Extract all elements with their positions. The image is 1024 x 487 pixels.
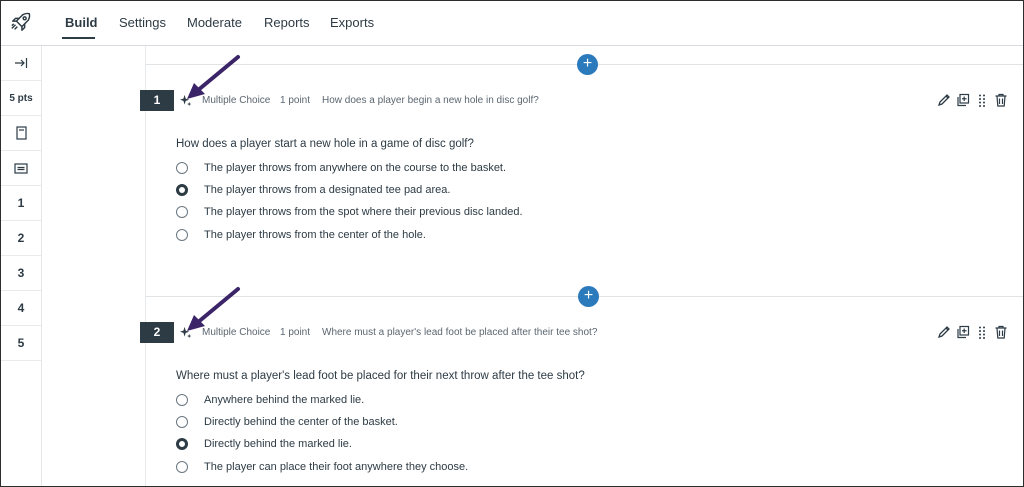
duplicate-icon[interactable]: [956, 93, 970, 107]
question-number-badge: 2: [140, 322, 174, 343]
card-icon: [14, 162, 28, 174]
tab-exports[interactable]: Exports: [330, 15, 374, 30]
radio-button-selected[interactable]: [176, 184, 188, 196]
collapse-icon: [15, 58, 28, 68]
answer-label: Directly behind the marked lie.: [204, 438, 352, 450]
trash-icon[interactable]: [994, 325, 1008, 339]
question-points: 1 point: [280, 95, 311, 106]
question-stem: How does a player start a new hole in a …: [176, 138, 474, 150]
question-title: How does a player begin a new hole in di…: [322, 95, 539, 106]
radio-button-selected[interactable]: [176, 438, 188, 450]
tab-reports[interactable]: Reports: [264, 15, 310, 30]
radio-button[interactable]: [176, 206, 188, 218]
pencil-icon[interactable]: [937, 93, 951, 107]
pencil-icon[interactable]: [937, 325, 951, 339]
duplicate-icon[interactable]: [956, 325, 970, 339]
tab-settings[interactable]: Settings: [119, 15, 166, 30]
answer-option[interactable]: The player throws from anywhere on the c…: [176, 160, 506, 176]
question-points: 1 point: [280, 327, 311, 338]
drag-handle-icon[interactable]: [975, 325, 989, 339]
rail-question-5[interactable]: 5: [1, 326, 41, 361]
question-stem: Where must a player's lead foot be place…: [176, 370, 585, 382]
radio-button[interactable]: [176, 394, 188, 406]
tab-build[interactable]: Build: [65, 15, 98, 30]
card-view-button[interactable]: [1, 151, 41, 186]
answer-label: Anywhere behind the marked lie.: [204, 394, 365, 406]
tab-moderate[interactable]: Moderate: [187, 15, 242, 30]
answer-label: The player throws from a designated tee …: [204, 184, 451, 196]
answer-option[interactable]: Directly behind the marked lie.: [176, 436, 352, 452]
question-rail: 5 pts 1 2 3 4 5: [1, 46, 42, 486]
radio-button[interactable]: [176, 162, 188, 174]
rail-question-4[interactable]: 4: [1, 291, 41, 326]
content-divider: [145, 46, 146, 486]
answer-label: The player can place their foot anywhere…: [204, 461, 469, 473]
plus-icon: +: [583, 287, 594, 304]
rail-question-1[interactable]: 1: [1, 186, 41, 221]
plus-icon: +: [582, 55, 593, 72]
add-item-button-2[interactable]: +: [578, 286, 599, 307]
annotation-arrow-icon: [187, 287, 240, 331]
question-number-badge: 1: [140, 90, 174, 111]
radio-button[interactable]: [176, 416, 188, 428]
answer-label: The player throws from the center of the…: [204, 229, 426, 241]
collapse-rail-button[interactable]: [1, 46, 41, 81]
answer-option[interactable]: The player throws from a designated tee …: [176, 182, 450, 198]
page-view-button[interactable]: [1, 116, 41, 151]
rocket-icon[interactable]: [10, 11, 32, 33]
answer-option[interactable]: The player throws from the center of the…: [176, 227, 426, 243]
top-nav-bar: Build Settings Moderate Reports Exports: [1, 1, 1023, 46]
answer-option[interactable]: The player throws from the spot where th…: [176, 204, 523, 220]
active-tab-indicator: [62, 37, 95, 39]
answer-label: The player throws from the spot where th…: [204, 206, 523, 218]
answer-label: The player throws from anywhere on the c…: [204, 162, 507, 174]
radio-button[interactable]: [176, 229, 188, 241]
add-item-button-1[interactable]: +: [577, 54, 598, 75]
answer-option[interactable]: Anywhere behind the marked lie.: [176, 392, 364, 408]
annotation-arrow-icon: [187, 55, 240, 99]
radio-button[interactable]: [176, 461, 188, 473]
trash-icon[interactable]: [994, 93, 1008, 107]
quiz-editor-window: Build Settings Moderate Reports Exports …: [0, 0, 1024, 487]
total-points: 5 pts: [1, 81, 41, 116]
rail-question-2[interactable]: 2: [1, 221, 41, 256]
question-title: Where must a player's lead foot be place…: [322, 327, 598, 338]
rail-question-3[interactable]: 3: [1, 256, 41, 291]
page-icon: [15, 126, 27, 140]
drag-handle-icon[interactable]: [975, 93, 989, 107]
answer-option[interactable]: The player can place their foot anywhere…: [176, 459, 468, 475]
answer-label: Directly behind the center of the basket…: [204, 416, 398, 428]
answer-option[interactable]: Directly behind the center of the basket…: [176, 414, 398, 430]
